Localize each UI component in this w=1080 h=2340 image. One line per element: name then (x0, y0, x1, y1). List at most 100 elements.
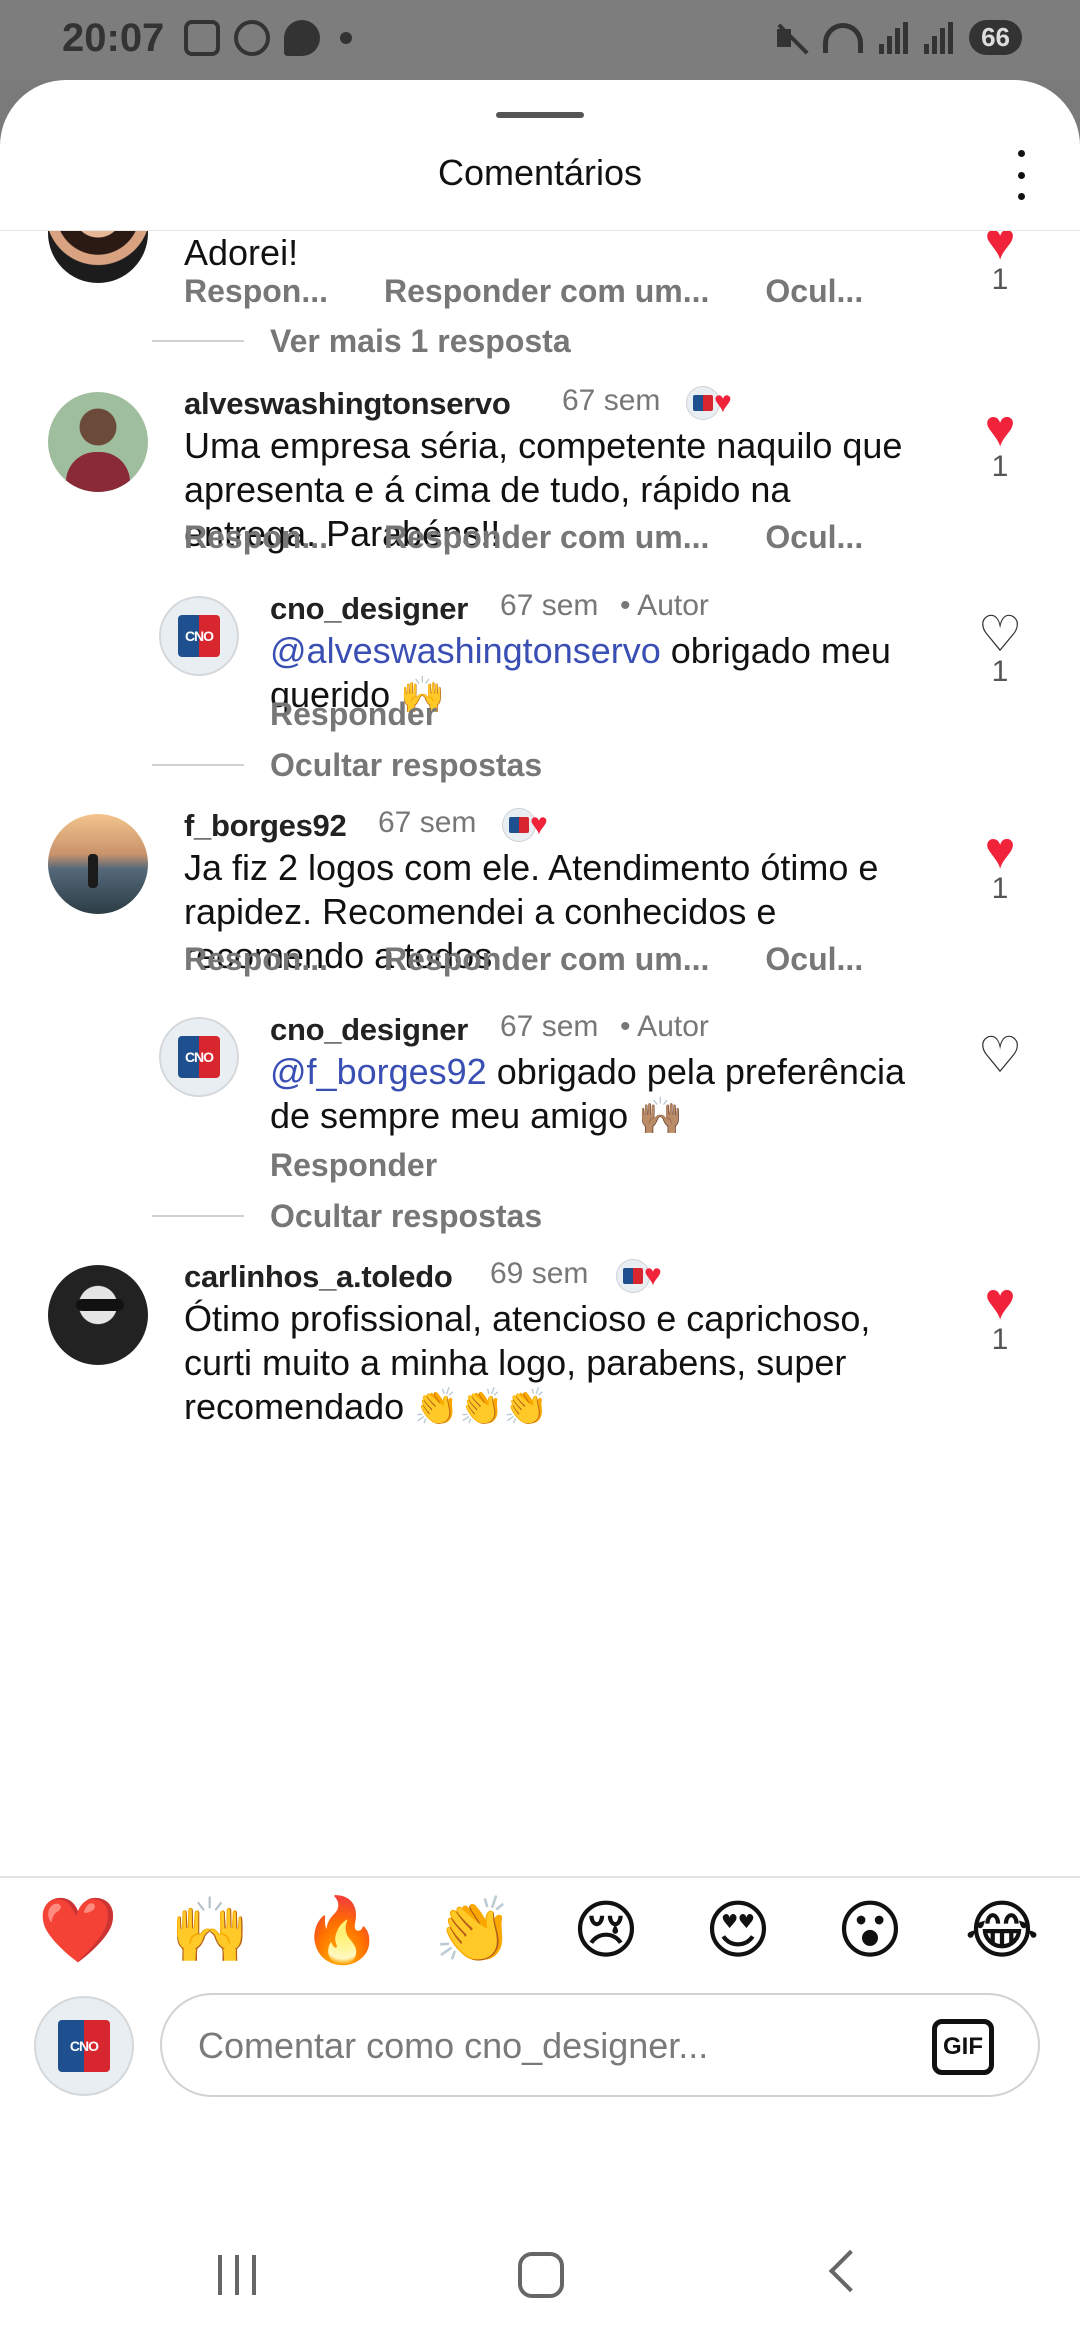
recent-apps-icon[interactable] (218, 2255, 256, 2295)
author-liked-badge: ♥ (502, 808, 548, 842)
mention-link[interactable]: @f_borges92 (270, 1051, 487, 1092)
like-count: 1 (991, 655, 1009, 688)
comment-actions: Respon... Responder com um... Ocul... (184, 941, 863, 978)
comment-actions: Respon... Responder com um... Ocul... (184, 519, 863, 556)
status-notification-icons (184, 20, 352, 56)
more-vertical-icon[interactable] (1006, 150, 1036, 200)
comment-time: 67 sem (378, 806, 477, 839)
heart-icon: ♥ (644, 1259, 662, 1292)
comment-username[interactable]: cno_designer (270, 591, 468, 627)
reply-button[interactable]: Respon... (184, 941, 328, 978)
avatar[interactable]: CNO (159, 1017, 239, 1097)
dot-icon (340, 32, 352, 44)
wifi-icon (823, 22, 864, 53)
comment-username[interactable]: alveswashingtonservo (184, 386, 511, 422)
like-count: 1 (991, 872, 1009, 905)
comments-sheet: Comentários Adorei! Respon... Responder … (0, 80, 1080, 2340)
comment-text: Ótimo profissional, atencioso e capricho… (184, 1298, 871, 1427)
reaction-cry[interactable]: 😢 (561, 1890, 651, 1980)
comment-input[interactable] (198, 2019, 898, 2073)
status-time: 20:07 (62, 16, 165, 60)
reply-button[interactable]: Respon... (184, 519, 328, 556)
back-icon[interactable] (828, 2249, 872, 2293)
cno-logo: CNO (58, 2020, 110, 2072)
reaction-clap[interactable]: 👏 (429, 1890, 519, 1980)
avatar[interactable] (48, 231, 148, 283)
status-bar: 20:07 66 (0, 0, 1080, 80)
author-liked-badge: ♥ (616, 1259, 662, 1293)
hide-button[interactable]: Ocul... (765, 519, 863, 556)
avatar[interactable] (48, 814, 148, 914)
reply-with-button[interactable]: Responder com um... (384, 941, 709, 978)
author-liked-badge: ♥ (686, 386, 732, 420)
like-heart-outline-icon[interactable]: ♡ (974, 1030, 1026, 1080)
reply-button[interactable]: Responder (270, 696, 437, 733)
hide-replies[interactable]: Ocultar respostas (152, 743, 542, 787)
like-count: 1 (991, 1323, 1009, 1356)
screenshot-icon (184, 20, 220, 56)
reaction-heart[interactable]: ❤️ (33, 1890, 123, 1980)
my-avatar[interactable]: CNO (34, 1996, 134, 2096)
reply-button[interactable]: Responder (270, 1147, 437, 1184)
reaction-surprised[interactable]: 😮 (825, 1890, 915, 1980)
whatsapp-icon (234, 20, 270, 56)
like-heart-icon[interactable]: ♥ (974, 231, 1026, 268)
reaction-heart-eyes[interactable]: 😍 (693, 1890, 783, 1980)
hide-button[interactable]: Ocul... (765, 941, 863, 978)
comment-username[interactable]: cno_designer (270, 1012, 468, 1048)
comment-actions: Responder (270, 1147, 437, 1184)
like-count: 1 (991, 263, 1009, 296)
cno-logo: CNO (178, 615, 220, 657)
mute-icon (773, 21, 807, 55)
signal-icon (879, 21, 909, 54)
thread-divider (152, 1215, 244, 1217)
system-nav-bar (0, 2160, 1080, 2340)
hide-button[interactable]: Ocul... (765, 273, 863, 310)
status-system-icons: 66 (773, 20, 1022, 55)
comment-username[interactable]: f_borges92 (184, 808, 347, 844)
reaction-raised-hands[interactable]: 🙌 (165, 1890, 255, 1980)
cno-logo: CNO (178, 1036, 220, 1078)
like-heart-icon[interactable]: ♥ (974, 403, 1026, 455)
comments-list[interactable]: Adorei! Respon... Responder com um... Oc… (0, 231, 1080, 1956)
avatar[interactable] (48, 392, 148, 492)
reaction-laughing[interactable]: 😂 (957, 1890, 1047, 1980)
heart-icon: ♥ (530, 808, 548, 841)
author-tag: • Autor (620, 1010, 709, 1043)
comment-actions: Respon... Responder com um... Ocul... (184, 273, 863, 310)
like-count: 1 (991, 450, 1009, 483)
thread-divider (152, 764, 244, 766)
reaction-fire[interactable]: 🔥 (297, 1890, 387, 1980)
view-more-replies[interactable]: Ver mais 1 resposta (152, 319, 571, 363)
reply-button[interactable]: Respon... (184, 273, 328, 310)
thread-divider (152, 340, 244, 342)
battery-indicator: 66 (969, 20, 1022, 55)
message-icon (284, 20, 320, 56)
comment-time: 69 sem (490, 1257, 589, 1290)
mention-link[interactable]: @alveswashingtonservo (270, 630, 661, 671)
hide-replies[interactable]: Ocultar respostas (152, 1194, 542, 1238)
sheet-title: Comentários (437, 152, 643, 193)
comment-text: @f_borges92 obrigado pela preferência de… (270, 1050, 910, 1138)
comment-time: 67 sem (500, 1010, 599, 1043)
home-icon[interactable] (518, 2252, 564, 2298)
signal-icon (924, 21, 954, 54)
comment-text: Adorei! (184, 232, 299, 273)
like-heart-outline-icon[interactable]: ♡ (974, 609, 1026, 659)
comment-username[interactable]: carlinhos_a.toledo (184, 1259, 453, 1295)
comment-actions: Responder (270, 696, 437, 733)
gif-button[interactable]: GIF (932, 2019, 994, 2075)
comment-time: 67 sem (500, 589, 599, 622)
comment-time: 67 sem (562, 384, 661, 417)
avatar[interactable] (48, 1265, 148, 1365)
like-heart-icon[interactable]: ♥ (974, 1276, 1026, 1328)
author-tag: • Autor (620, 589, 709, 622)
avatar[interactable]: CNO (159, 596, 239, 676)
comment-input-wrapper: GIF (160, 1993, 1040, 2097)
heart-icon: ♥ (714, 386, 732, 419)
drag-handle[interactable] (496, 112, 584, 118)
like-heart-icon[interactable]: ♥ (974, 825, 1026, 877)
reply-with-button[interactable]: Responder com um... (384, 519, 709, 556)
reply-with-button[interactable]: Responder com um... (384, 273, 709, 310)
composer-divider (0, 1876, 1080, 1878)
